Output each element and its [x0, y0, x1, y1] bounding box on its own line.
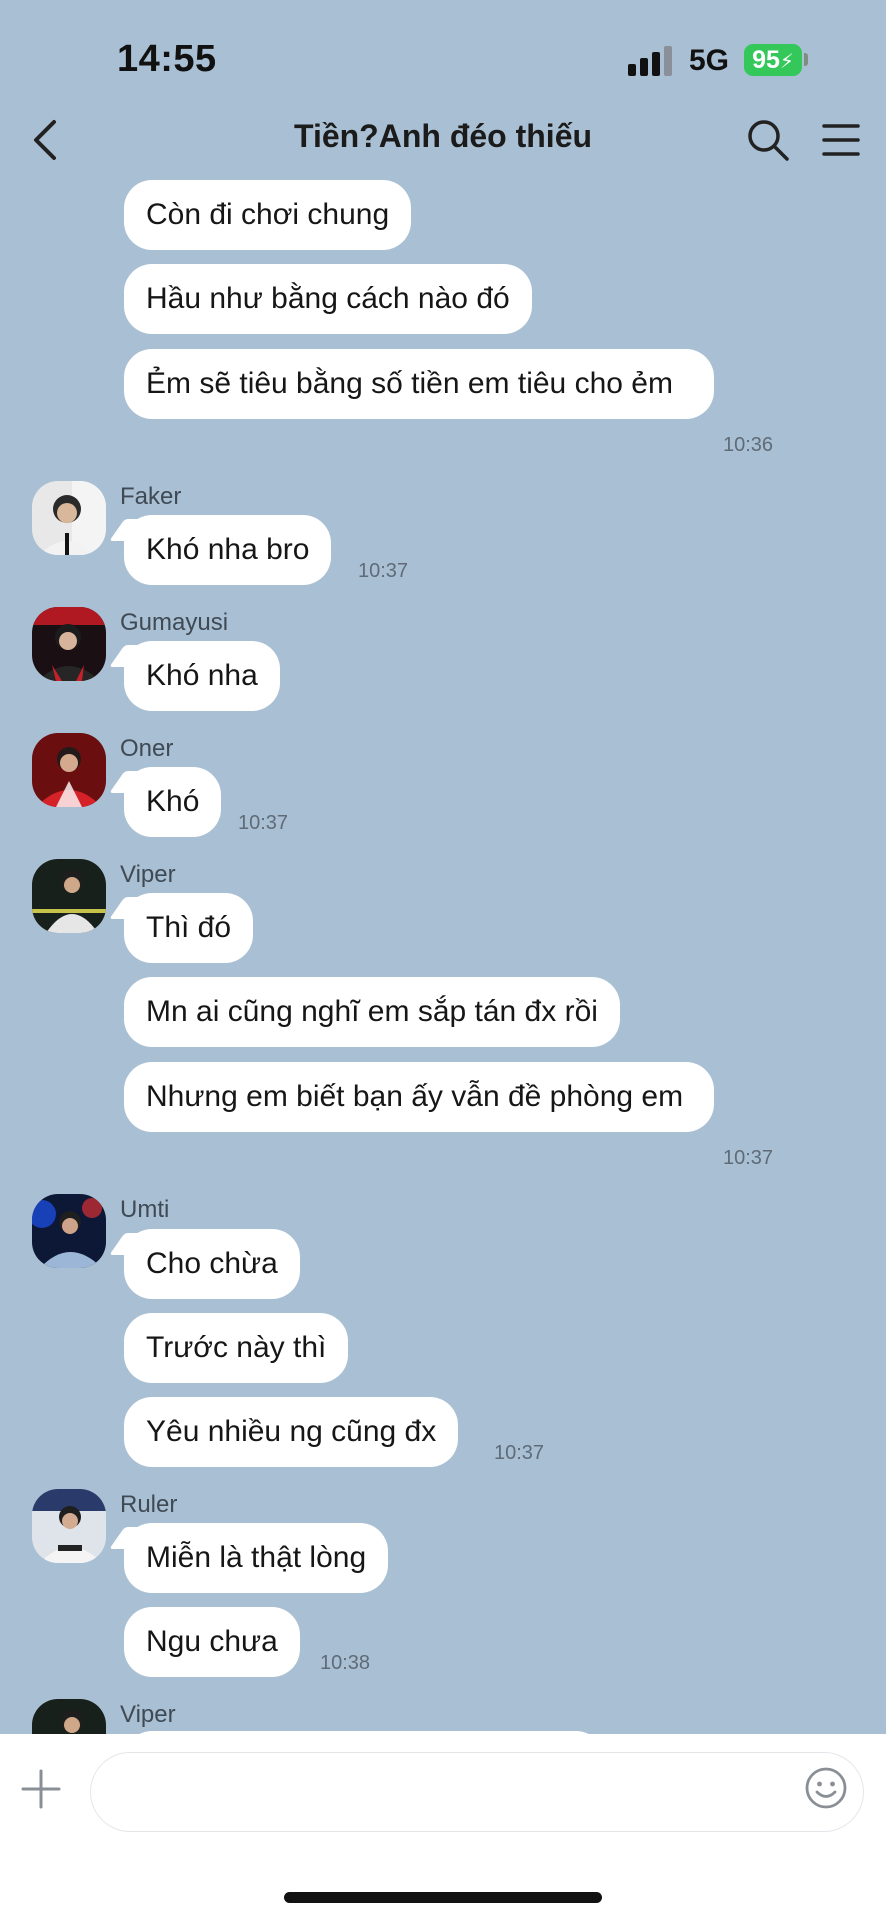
message-timestamp: 10:37: [494, 1442, 545, 1464]
message-timestamp: 10:37: [723, 1147, 774, 1169]
message-bubble[interactable]: Ngu chưa: [124, 1607, 300, 1677]
message-bubble[interactable]: Khó: [124, 767, 222, 837]
sender-name: Viper: [120, 861, 176, 888]
sender-name: Oner: [120, 735, 174, 762]
sender-name: Faker: [120, 483, 182, 510]
sender-name: Ruler: [120, 1491, 178, 1518]
message-timestamp: 10:38: [320, 1652, 371, 1674]
message-bubble[interactable]: Còn đi chơi chung: [124, 180, 412, 250]
avatar-faker[interactable]: [32, 481, 106, 555]
message-bubble[interactable]: Miễn là thật lòng: [124, 1523, 389, 1593]
sender-name: Viper: [120, 1701, 176, 1728]
avatar-oner[interactable]: [32, 733, 106, 807]
sender-name: Gumayusi: [120, 609, 229, 636]
message-bubble[interactable]: Trước này thì: [124, 1313, 349, 1383]
message-timestamp: 10:37: [238, 812, 289, 834]
avatar-ruler[interactable]: [32, 1489, 106, 1563]
message-timestamp: 10:36: [723, 434, 774, 456]
message-bubble[interactable]: Cho chừa: [124, 1229, 300, 1299]
message-input[interactable]: [90, 1752, 864, 1832]
message-bubble[interactable]: Nhưng em biết bạn ấy vẫn đề phòng em: [124, 1062, 714, 1132]
avatar-gumayusi[interactable]: [32, 607, 106, 681]
smiley-icon[interactable]: [804, 1766, 848, 1810]
avatar-umti[interactable]: [32, 1194, 106, 1268]
message-feed[interactable]: Còn đi chơi chung Hầu như bằng cách nào …: [0, 0, 886, 1734]
message-bubble[interactable]: Yêu nhiều ng cũng đx: [124, 1397, 459, 1467]
message-bubble[interactable]: Khó nha: [124, 641, 280, 711]
message-bubble[interactable]: Mn ai cũng nghĩ em sắp tán đx rồi: [124, 977, 620, 1047]
message-bubble[interactable]: Khó nha bro: [124, 515, 332, 585]
message-timestamp: 10:37: [358, 560, 409, 582]
plus-icon[interactable]: [20, 1768, 62, 1810]
message-bubble[interactable]: Thì đó: [124, 893, 254, 963]
home-indicator[interactable]: [284, 1892, 602, 1903]
message-bubble[interactable]: Ẻm sẽ tiêu bằng số tiền em tiêu cho ẻm: [124, 349, 714, 419]
avatar-viper[interactable]: [32, 859, 106, 933]
message-bubble[interactable]: Hầu như bằng cách nào đó: [124, 264, 532, 334]
sender-name: Umti: [120, 1196, 170, 1223]
avatar-viper[interactable]: [32, 1699, 106, 1734]
